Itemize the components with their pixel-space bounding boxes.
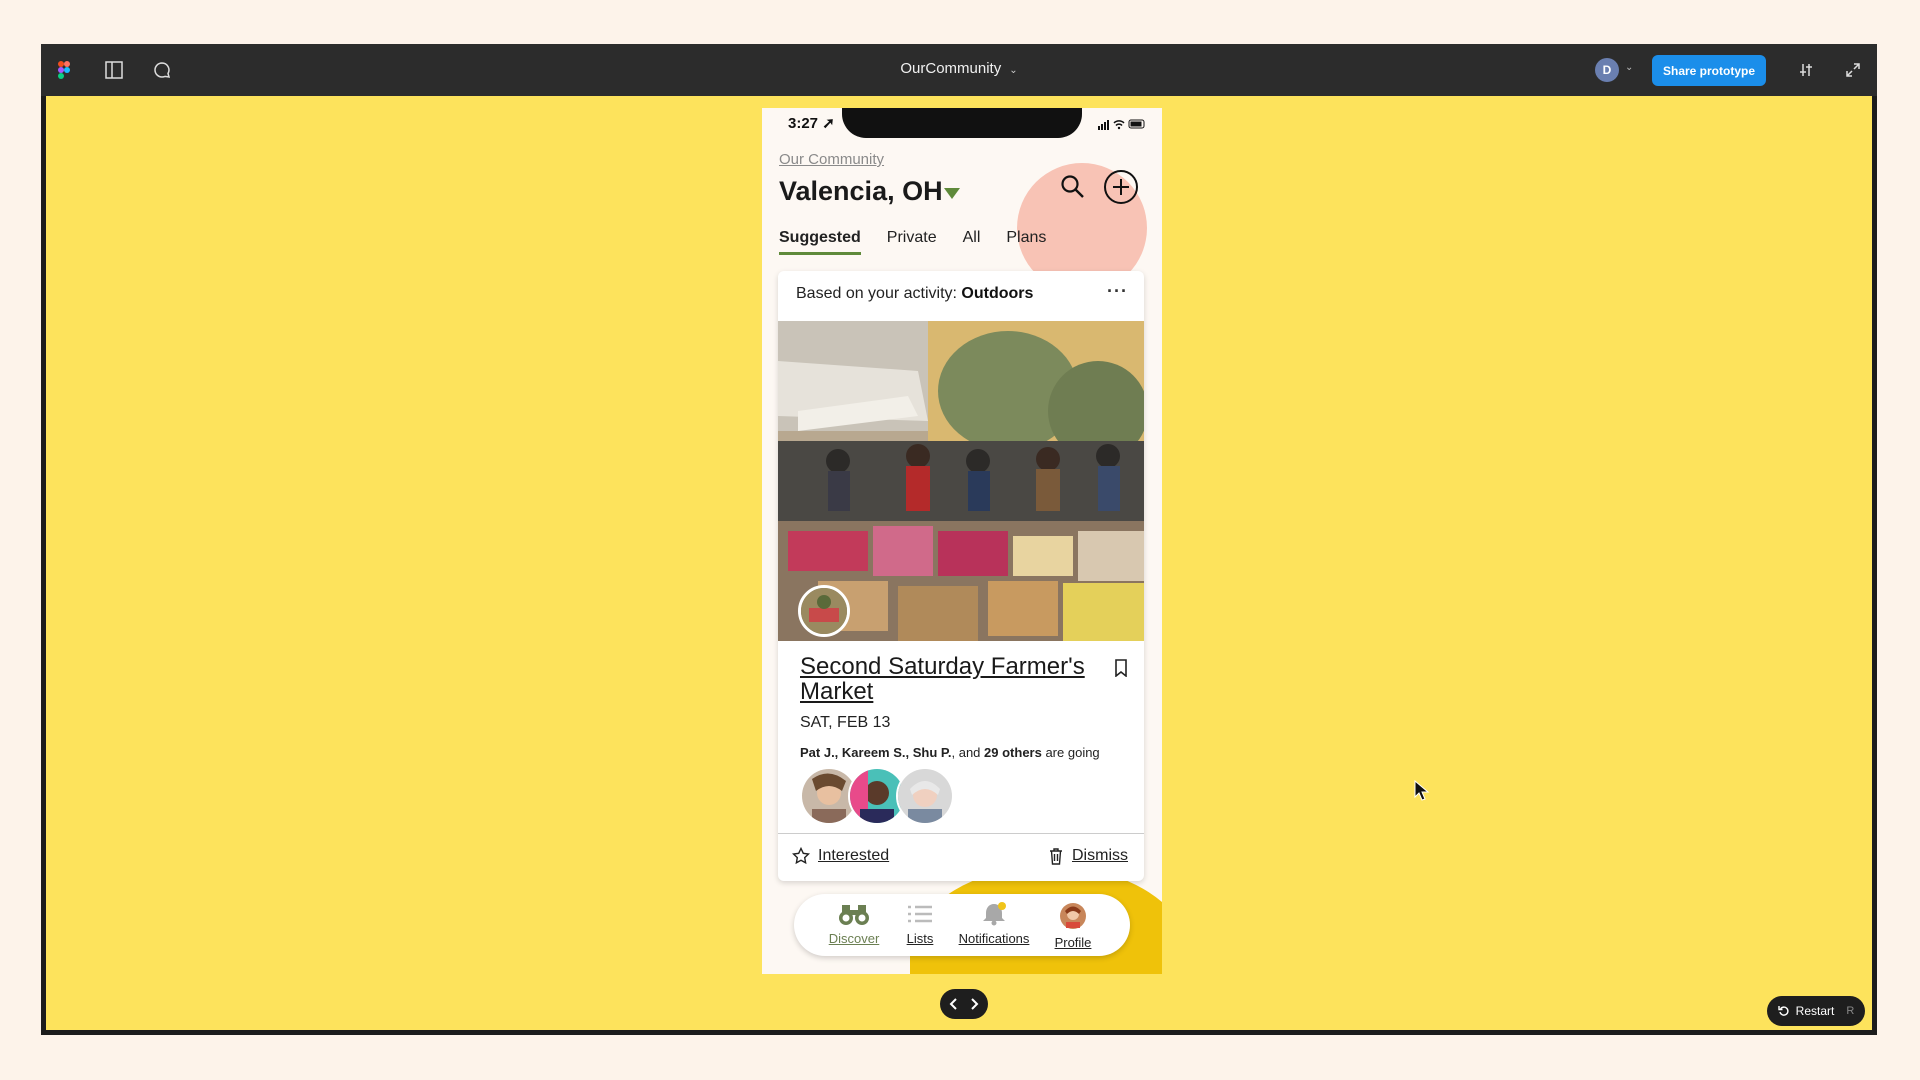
- nav-profile-label: Profile: [1054, 935, 1092, 950]
- binoculars-icon: [839, 905, 869, 925]
- status-time: 3:27 ➚: [788, 115, 835, 132]
- toolbar: OurCommunity ⌄ D ⌄ Share prototype: [41, 44, 1877, 96]
- chevron-left-icon[interactable]: [949, 998, 959, 1010]
- nav-profile[interactable]: Profile: [1046, 902, 1100, 950]
- event-title[interactable]: Second Saturday Farmer's Market: [800, 654, 1090, 704]
- restart-shortcut: R: [1846, 1005, 1855, 1017]
- dismiss-label: Dismiss: [1072, 847, 1128, 864]
- interested-button[interactable]: Interested: [792, 847, 889, 865]
- interested-label: Interested: [818, 847, 890, 864]
- share-prototype-button[interactable]: Share prototype: [1652, 55, 1766, 86]
- bookmark-icon[interactable]: [1114, 659, 1128, 682]
- nav-discover-label: Discover: [828, 931, 880, 946]
- phone-notch: [842, 108, 1082, 138]
- chevron-right-icon[interactable]: [969, 998, 979, 1010]
- more-options-icon[interactable]: ···: [1107, 281, 1128, 302]
- avatar: [896, 767, 954, 825]
- restart-icon: [1777, 1006, 1789, 1016]
- settings-sliders-icon[interactable]: [1793, 57, 1819, 83]
- restart-button[interactable]: Restart R: [1767, 996, 1865, 1026]
- nav-notifications-label: Notifications: [958, 931, 1030, 946]
- event-card[interactable]: Based on your activity: Outdoors ··· Sec…: [778, 271, 1144, 881]
- list-icon: [908, 905, 932, 923]
- attendees-text: Pat J., Kareem S., Shu P., and 29 others…: [800, 745, 1100, 760]
- phone-screen: 3:27 ➚ Our Community Valencia, OH Sugges…: [762, 108, 1162, 974]
- attendee-avatars[interactable]: [800, 767, 960, 825]
- chevron-down-icon: ⌄: [1009, 65, 1018, 76]
- search-icon[interactable]: [1060, 174, 1086, 205]
- mouse-cursor-icon: [1414, 779, 1430, 807]
- frame-pager: [940, 989, 988, 1019]
- trash-icon: [1050, 848, 1062, 865]
- dismiss-button[interactable]: Dismiss: [1048, 847, 1128, 865]
- event-photo[interactable]: [778, 321, 1144, 641]
- city-selector[interactable]: Valencia, OH: [779, 176, 943, 207]
- profile-avatar-icon: [1060, 903, 1086, 929]
- star-icon: [792, 847, 810, 865]
- bell-icon: [983, 902, 1006, 926]
- bottom-nav: Discover Lists Notifications Profile: [794, 894, 1130, 956]
- nav-discover[interactable]: Discover: [824, 902, 884, 946]
- chevron-down-icon[interactable]: ⌄: [1625, 62, 1633, 73]
- add-circle-icon[interactable]: [1103, 169, 1139, 210]
- prototype-window: OurCommunity ⌄ D ⌄ Share prototype 3:27 ➚: [41, 44, 1877, 1035]
- nav-lists-label: Lists: [906, 931, 934, 946]
- nav-lists[interactable]: Lists: [900, 902, 940, 946]
- status-icons: [1098, 118, 1146, 133]
- tab-suggested[interactable]: Suggested: [779, 229, 861, 255]
- event-date: SAT, FEB 13: [800, 714, 891, 731]
- expand-icon[interactable]: [1840, 57, 1866, 83]
- prototype-canvas: 3:27 ➚ Our Community Valencia, OH Sugges…: [46, 96, 1872, 1030]
- card-header: Based on your activity: Outdoors: [796, 285, 1034, 302]
- tab-private[interactable]: Private: [887, 229, 937, 255]
- tab-plans[interactable]: Plans: [1006, 229, 1046, 255]
- tab-all[interactable]: All: [963, 229, 981, 255]
- filter-tabs: Suggested Private All Plans: [779, 229, 1046, 255]
- divider: [778, 833, 1144, 834]
- restart-label: Restart: [1795, 1004, 1835, 1018]
- host-avatar[interactable]: [798, 585, 850, 637]
- caret-down-icon[interactable]: [944, 188, 960, 199]
- nav-notifications[interactable]: Notifications: [954, 902, 1034, 946]
- user-avatar[interactable]: D: [1595, 58, 1619, 82]
- brand-link[interactable]: Our Community: [779, 151, 884, 168]
